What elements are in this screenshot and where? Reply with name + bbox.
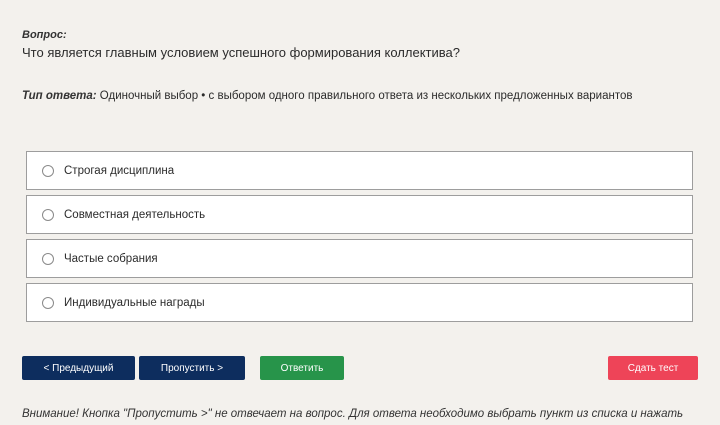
finish-test-button[interactable]: Сдать тест <box>608 356 698 380</box>
skip-warning-text: Внимание! Кнопка "Пропустить >" не отвеч… <box>22 408 684 420</box>
option-label: Совместная деятельность <box>64 208 206 221</box>
option-strict-discipline[interactable]: Строгая дисциплина <box>26 151 693 190</box>
option-label: Строгая дисциплина <box>64 164 175 177</box>
option-joint-activity[interactable]: Совместная деятельность <box>26 195 693 234</box>
answer-type-label: Тип ответа: <box>22 90 97 102</box>
option-label: Индивидуальные награды <box>64 296 205 309</box>
question-label: Вопрос: <box>22 29 67 41</box>
radio-button[interactable] <box>42 164 54 177</box>
option-individual-awards[interactable]: Индивидуальные награды <box>26 283 693 322</box>
skip-button[interactable]: Пропустить > <box>139 356 245 380</box>
answer-type-line: Тип ответа: Одиночный выбор • с выбором … <box>22 90 632 102</box>
options-list: Строгая дисциплина Совместная деятельнос… <box>26 151 693 327</box>
answer-button[interactable]: Ответить <box>260 356 344 380</box>
answer-type-value: Одиночный выбор • с выбором одного прави… <box>99 90 633 102</box>
radio-button[interactable] <box>42 208 54 221</box>
radio-button[interactable] <box>42 296 54 309</box>
previous-button[interactable]: < Предыдущий <box>22 356 135 380</box>
option-frequent-meetings[interactable]: Частые собрания <box>26 239 693 278</box>
option-label: Частые собрания <box>64 252 158 265</box>
radio-button[interactable] <box>42 252 54 265</box>
question-text: Что является главным условием успешного … <box>22 45 460 60</box>
